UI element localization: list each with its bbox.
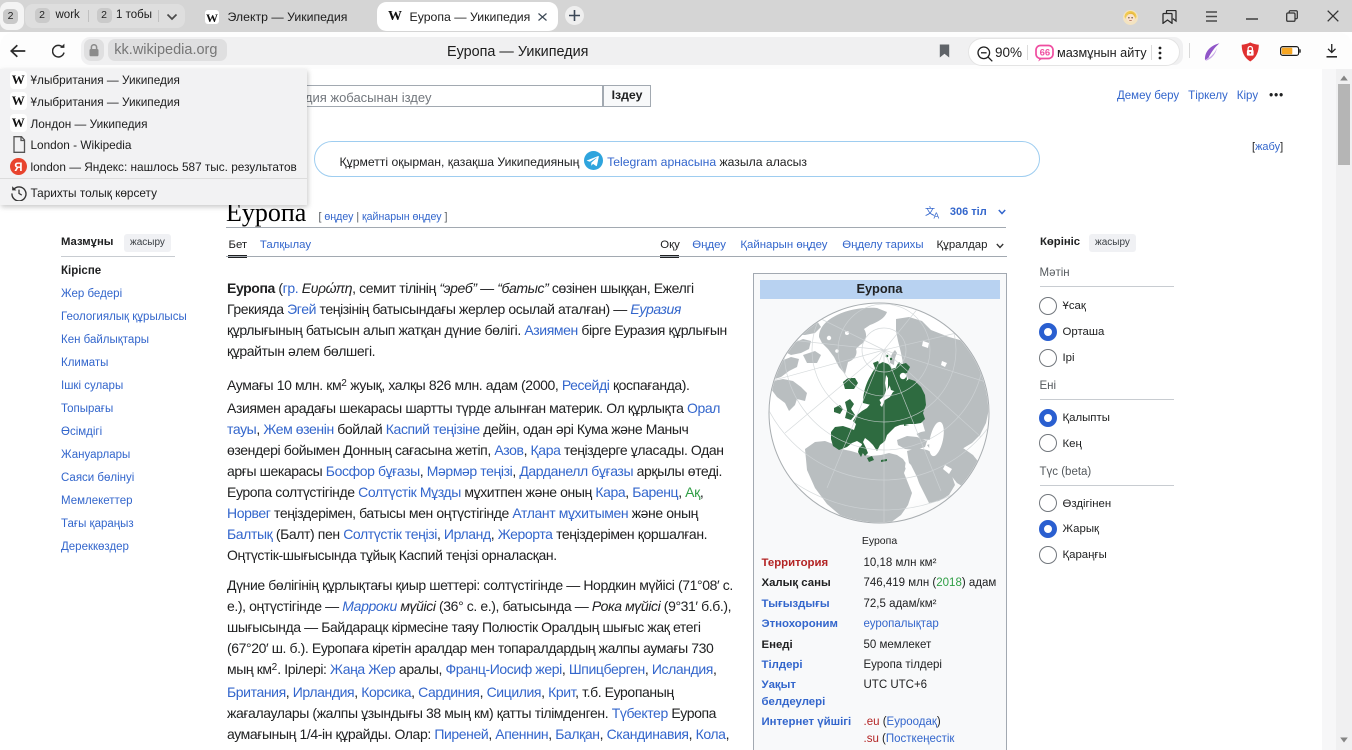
svg-text:A: A	[934, 210, 940, 219]
svg-text:66: 66	[1040, 48, 1051, 59]
svg-text:Я: Я	[14, 162, 22, 174]
